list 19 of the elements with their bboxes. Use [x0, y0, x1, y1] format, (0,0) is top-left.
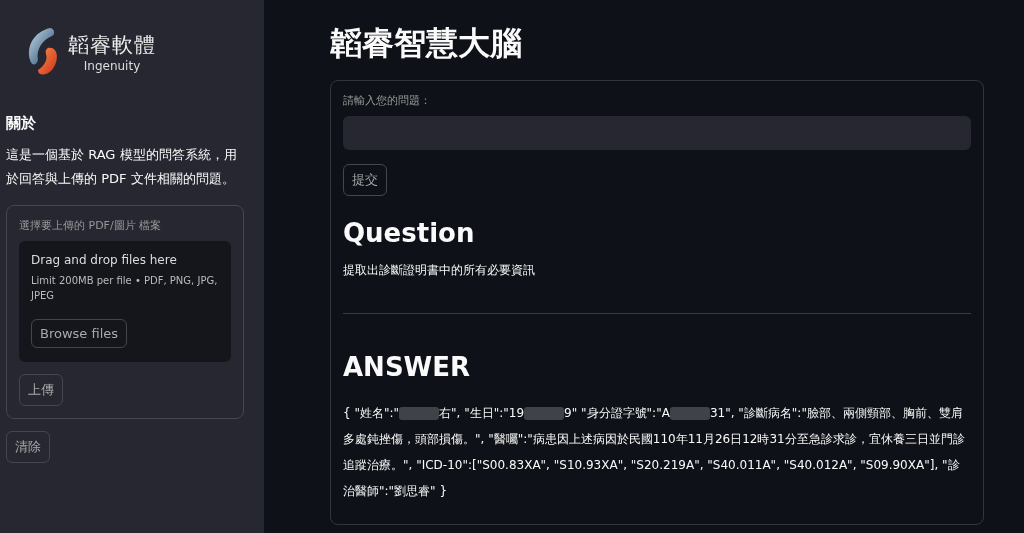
logo-name: 韜睿軟體 — [68, 32, 156, 59]
answer-text: { "姓名":" 右", "生日":"19 9" "身分證字號":"A 31", "診斷病名":"臉部、兩側頸部、胸前、雙肩多處鈍挫傷，頭部損傷。", "醫囑":"病患因上述病因於民國110年11月26日12時31分至急診求診，宜休養三日並門診追蹤治療。", "ICD-10":["S00.83XA", "S10.93XA", "S20.219A", "S40.011A", "S40.012A", "S09.90XA"], "診治醫師":"劉思睿" } — [343, 405, 966, 500]
question-label: 請輸入您的問題： — [343, 93, 431, 108]
dropzone-hint: Limit 200MB per file • PDF, PNG, JPG, JPEG — [31, 274, 219, 303]
question-input[interactable] — [343, 116, 971, 150]
answer-heading: ANSWER — [343, 352, 471, 382]
question-heading: Question — [343, 218, 475, 248]
dropzone-title: Drag and drop files here — [31, 253, 177, 267]
upload-label: 選擇要上傳的 PDF/圖片 檔案 — [19, 218, 162, 233]
dropzone[interactable]: Drag and drop files here Limit 200MB per file • PDF, PNG, JPG, JPEG Browse files — [19, 241, 231, 362]
about-heading: 關於 — [6, 114, 37, 133]
logo-subtitle: Ingenuity — [83, 59, 141, 73]
upload-button[interactable]: 上傳 — [19, 374, 63, 406]
clear-button[interactable]: 清除 — [6, 431, 50, 463]
submit-button[interactable]: 提交 — [343, 164, 387, 196]
question-text: 提取出診斷證明書中的所有必要資訊 — [343, 262, 535, 279]
page-title: 韜睿智慧大腦 — [330, 23, 523, 64]
browse-files-button[interactable]: Browse files — [31, 319, 128, 348]
about-text: 這是一個基於 RAG 模型的問答系統，用於回答與上傳的 PDF 文件相關的問題。 — [6, 146, 238, 188]
